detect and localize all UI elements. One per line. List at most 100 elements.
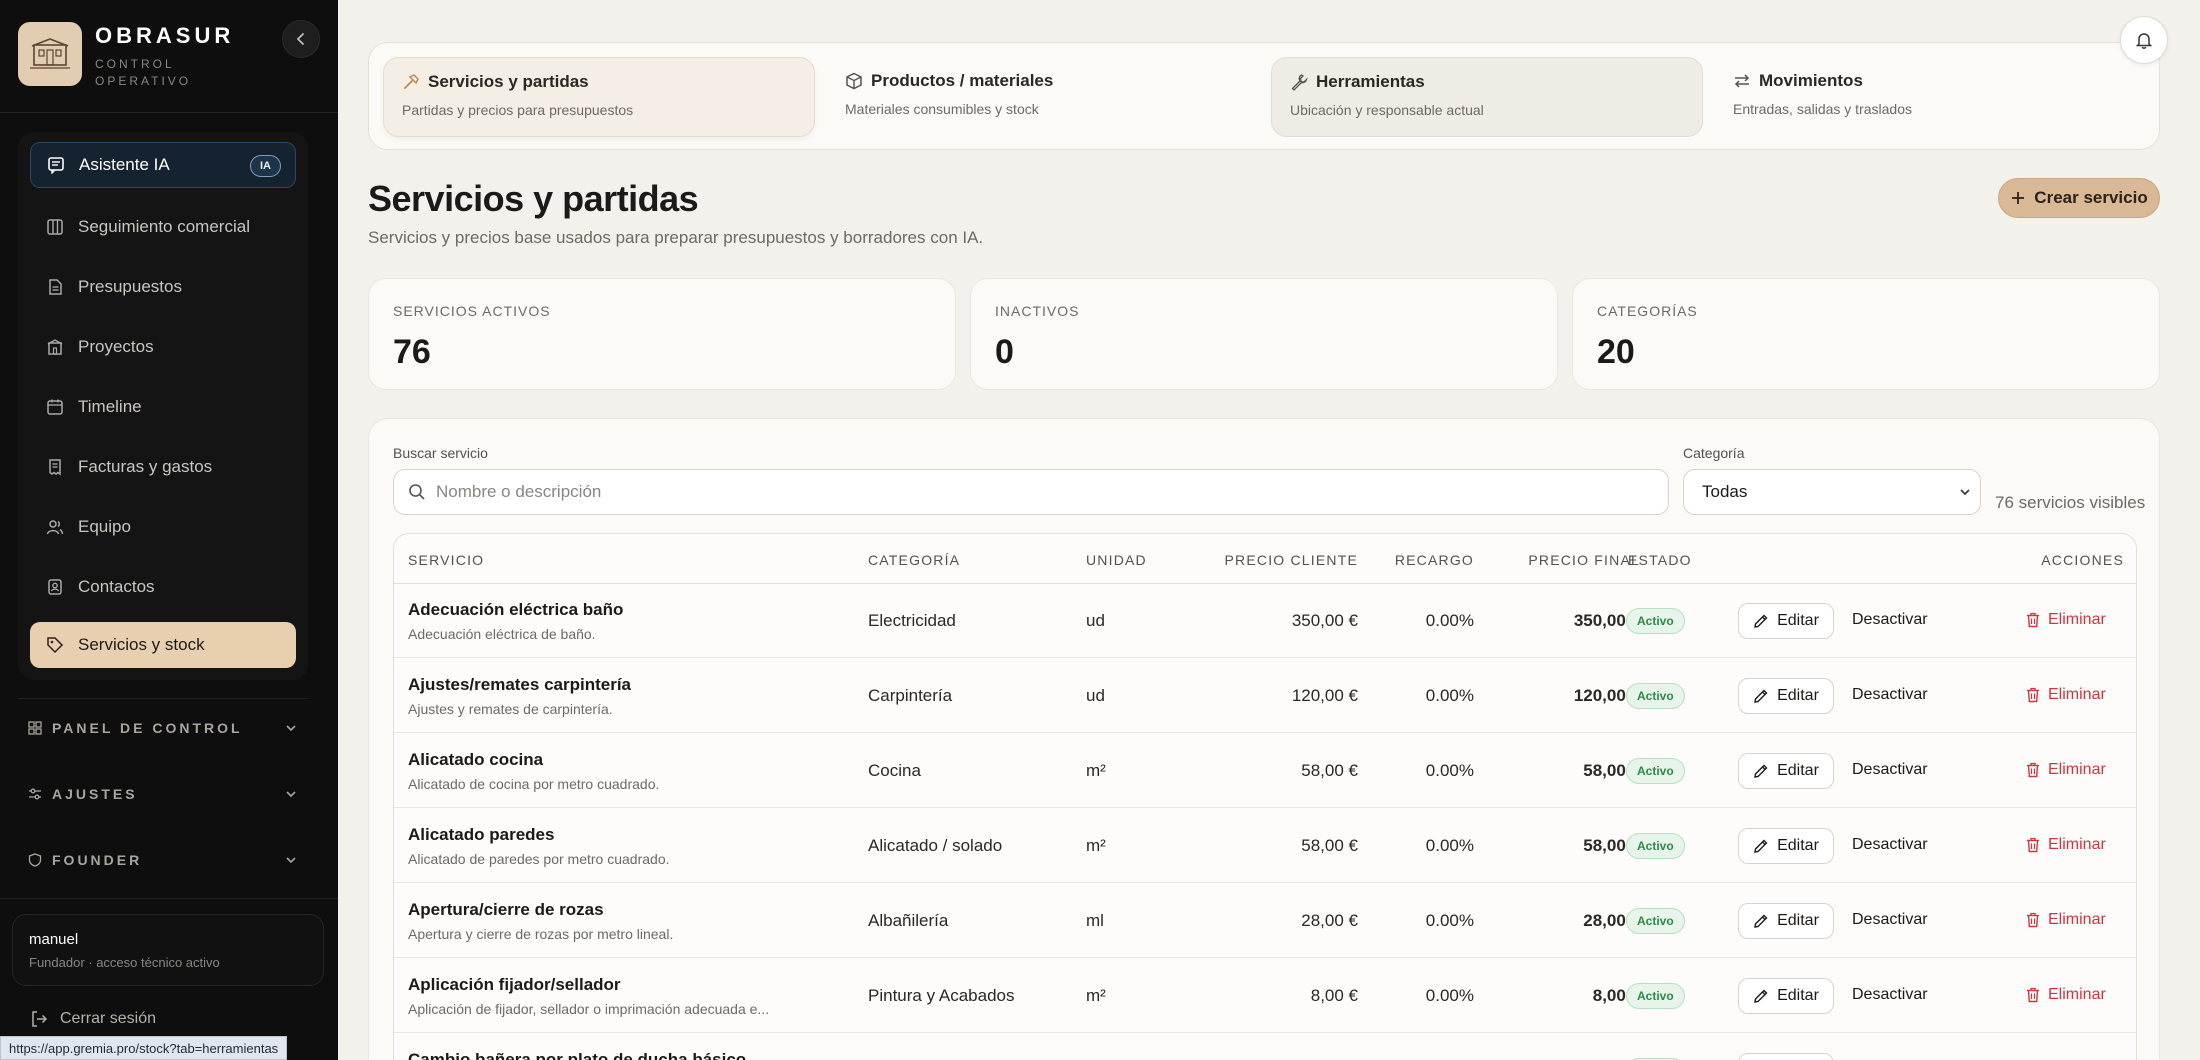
column-header-estado[interactable]: ESTADO: [1628, 552, 1692, 568]
calendar-icon: [47, 399, 63, 415]
logout-button[interactable]: Cerrar sesión: [30, 1010, 156, 1028]
column-header-unidad[interactable]: UNIDAD: [1086, 552, 1147, 568]
chevron-down-icon: [1960, 489, 1970, 496]
visible-count: 76 servicios visibles: [1995, 493, 2146, 512]
section-label: FOUNDER: [52, 852, 143, 868]
category-label: Categoría: [1683, 445, 1745, 461]
delete-button[interactable]: Eliminar: [2026, 911, 2106, 929]
search-input[interactable]: [436, 482, 1636, 502]
tab-movimientos[interactable]: Movimientos Entradas, salidas y traslado…: [1715, 57, 2147, 137]
sliders-icon: [29, 788, 41, 800]
column-header-precio-final[interactable]: PRECIO FINAL: [1474, 552, 1640, 568]
user-card[interactable]: manuel Fundador · acceso técnico activo: [12, 914, 324, 986]
deactivate-button[interactable]: Desactivar: [1852, 986, 1928, 1004]
deactivate-button[interactable]: Desactivar: [1852, 611, 1928, 629]
deactivate-button[interactable]: Desactivar: [1852, 836, 1928, 854]
sidebar-item-label: Contactos: [78, 577, 155, 596]
service-category: Electricidad: [868, 611, 956, 630]
sidebar-item-facturas-y-gastos[interactable]: Facturas y gastos: [30, 444, 296, 490]
tab-servicios-y-partidas[interactable]: Servicios y partidas Partidas y precios …: [383, 57, 815, 137]
column-header-servicio[interactable]: SERVICIO: [408, 552, 484, 568]
tab-productos-materiales[interactable]: Productos / materiales Materiales consum…: [827, 57, 1259, 137]
sidebar-item-servicios-y-stock[interactable]: Servicios y stock: [30, 622, 296, 668]
edit-button[interactable]: Editar: [1738, 753, 1834, 789]
sidebar-item-asistente-ia[interactable]: Asistente IA IA: [30, 142, 296, 188]
service-client-price: 58,00 €: [1301, 761, 1358, 780]
stat-label: SERVICIOS ACTIVOS: [393, 303, 551, 319]
edit-button[interactable]: Editar: [1738, 678, 1834, 714]
shield-icon: [28, 853, 42, 867]
service-name: Apertura/cierre de rozas: [408, 900, 604, 919]
section-ajustes[interactable]: AJUSTES: [28, 779, 298, 809]
pencil-icon: [1754, 689, 1768, 703]
sidebar-divider: [0, 112, 338, 113]
delete-button[interactable]: Eliminar: [2026, 686, 2106, 704]
sidebar-item-timeline[interactable]: Timeline: [30, 384, 296, 430]
edit-button[interactable]: Editar: [1738, 828, 1834, 864]
sidebar-item-label: Timeline: [78, 397, 142, 416]
column-header-precio-cliente[interactable]: PRECIO CLIENTE: [1210, 552, 1358, 568]
sidebar-item-label: Proyectos: [78, 337, 154, 356]
status-badge: Activo: [1626, 608, 1685, 634]
status-bar-url: https://app.gremia.pro/stock?tab=herrami…: [0, 1036, 288, 1060]
service-client-price: 8,00 €: [1310, 986, 1358, 1005]
service-category: Alicatado / solado: [868, 836, 1003, 855]
deactivate-button[interactable]: Desactivar: [1852, 761, 1928, 779]
delete-button[interactable]: Eliminar: [2026, 761, 2106, 779]
sidebar-item-contactos[interactable]: Contactos: [30, 564, 296, 610]
service-category: Pintura y Acabados: [868, 986, 1015, 1005]
delete-button[interactable]: Eliminar: [2026, 611, 2106, 629]
edit-button[interactable]: Editar: [1738, 903, 1834, 939]
search-box[interactable]: [393, 469, 1669, 515]
service-category: Albañilería: [868, 911, 949, 930]
service-name: Alicatado cocina: [408, 750, 544, 769]
service-name: Ajustes/remates carpintería: [408, 675, 631, 694]
arrows-icon: [1734, 74, 1750, 88]
deactivate-button[interactable]: Desactivar: [1852, 911, 1928, 929]
sidebar-item-equipo[interactable]: Equipo: [30, 504, 296, 550]
sidebar-item-seguimiento-comercial[interactable]: Seguimiento comercial: [30, 204, 296, 250]
service-unit: m²: [1086, 986, 1106, 1005]
create-service-button[interactable]: Crear servicio: [1998, 178, 2160, 218]
sidebar-item-proyectos[interactable]: Proyectos: [30, 324, 296, 370]
notifications-button[interactable]: [2120, 16, 2168, 64]
page-title: Servicios y partidas: [368, 178, 699, 219]
delete-label: Eliminar: [2048, 761, 2106, 778]
status-badge: Activo: [1626, 983, 1685, 1009]
deactivate-button[interactable]: Desactivar: [1852, 686, 1928, 704]
edit-button[interactable]: Editar: [1738, 978, 1834, 1014]
receipt-icon: [49, 459, 61, 476]
services-panel: Buscar servicio Categoría Todas 76 servi…: [368, 418, 2160, 1060]
sidebar-divider: [0, 898, 338, 899]
create-service-label: Crear servicio: [2034, 188, 2148, 207]
collapse-sidebar-button[interactable]: [282, 20, 320, 58]
service-final-price: 58,00 €: [1583, 761, 1640, 780]
edit-label: Editar: [1777, 987, 1819, 1004]
section-founder[interactable]: FOUNDER: [28, 845, 298, 875]
tab-herramientas[interactable]: Herramientas Ubicación y responsable act…: [1271, 57, 1703, 137]
pencil-icon: [1754, 914, 1768, 928]
sidebar-item-label: Asistente IA: [79, 155, 170, 174]
edit-label: Editar: [1777, 687, 1819, 704]
column-header-acciones: ACCIONES: [2041, 552, 2124, 568]
column-header-categoria[interactable]: CATEGORÍA: [868, 552, 960, 568]
service-surcharge: 0.00%: [1425, 686, 1474, 705]
page-subtitle: Servicios y precios base usados para pre…: [368, 228, 984, 247]
edit-button[interactable]: Editar: [1738, 603, 1834, 639]
delete-button[interactable]: Eliminar: [2026, 836, 2106, 854]
status-badge: Activo: [1626, 683, 1685, 709]
category-select[interactable]: Todas: [1683, 469, 1981, 515]
edit-label: Editar: [1777, 612, 1819, 629]
sidebar-item-presupuestos[interactable]: Presupuestos: [30, 264, 296, 310]
stat-value: 76: [393, 333, 431, 371]
delete-button[interactable]: Eliminar: [2026, 986, 2106, 1004]
delete-label: Eliminar: [2048, 686, 2106, 703]
brand-logo[interactable]: [18, 22, 82, 86]
edit-button[interactable]: Editar: [1738, 1053, 1834, 1060]
section-panel-de-control[interactable]: PANEL DE CONTROL: [28, 713, 298, 743]
chevron-down-icon: [286, 791, 296, 798]
column-header-recargo[interactable]: RECARGO: [1358, 552, 1474, 568]
table-header: SERVICIO CATEGORÍA UNIDAD PRECIO CLIENTE…: [394, 534, 2136, 584]
service-unit: ml: [1086, 911, 1104, 930]
brand: OBRASUR CONTROL OPERATIVO: [18, 20, 318, 90]
